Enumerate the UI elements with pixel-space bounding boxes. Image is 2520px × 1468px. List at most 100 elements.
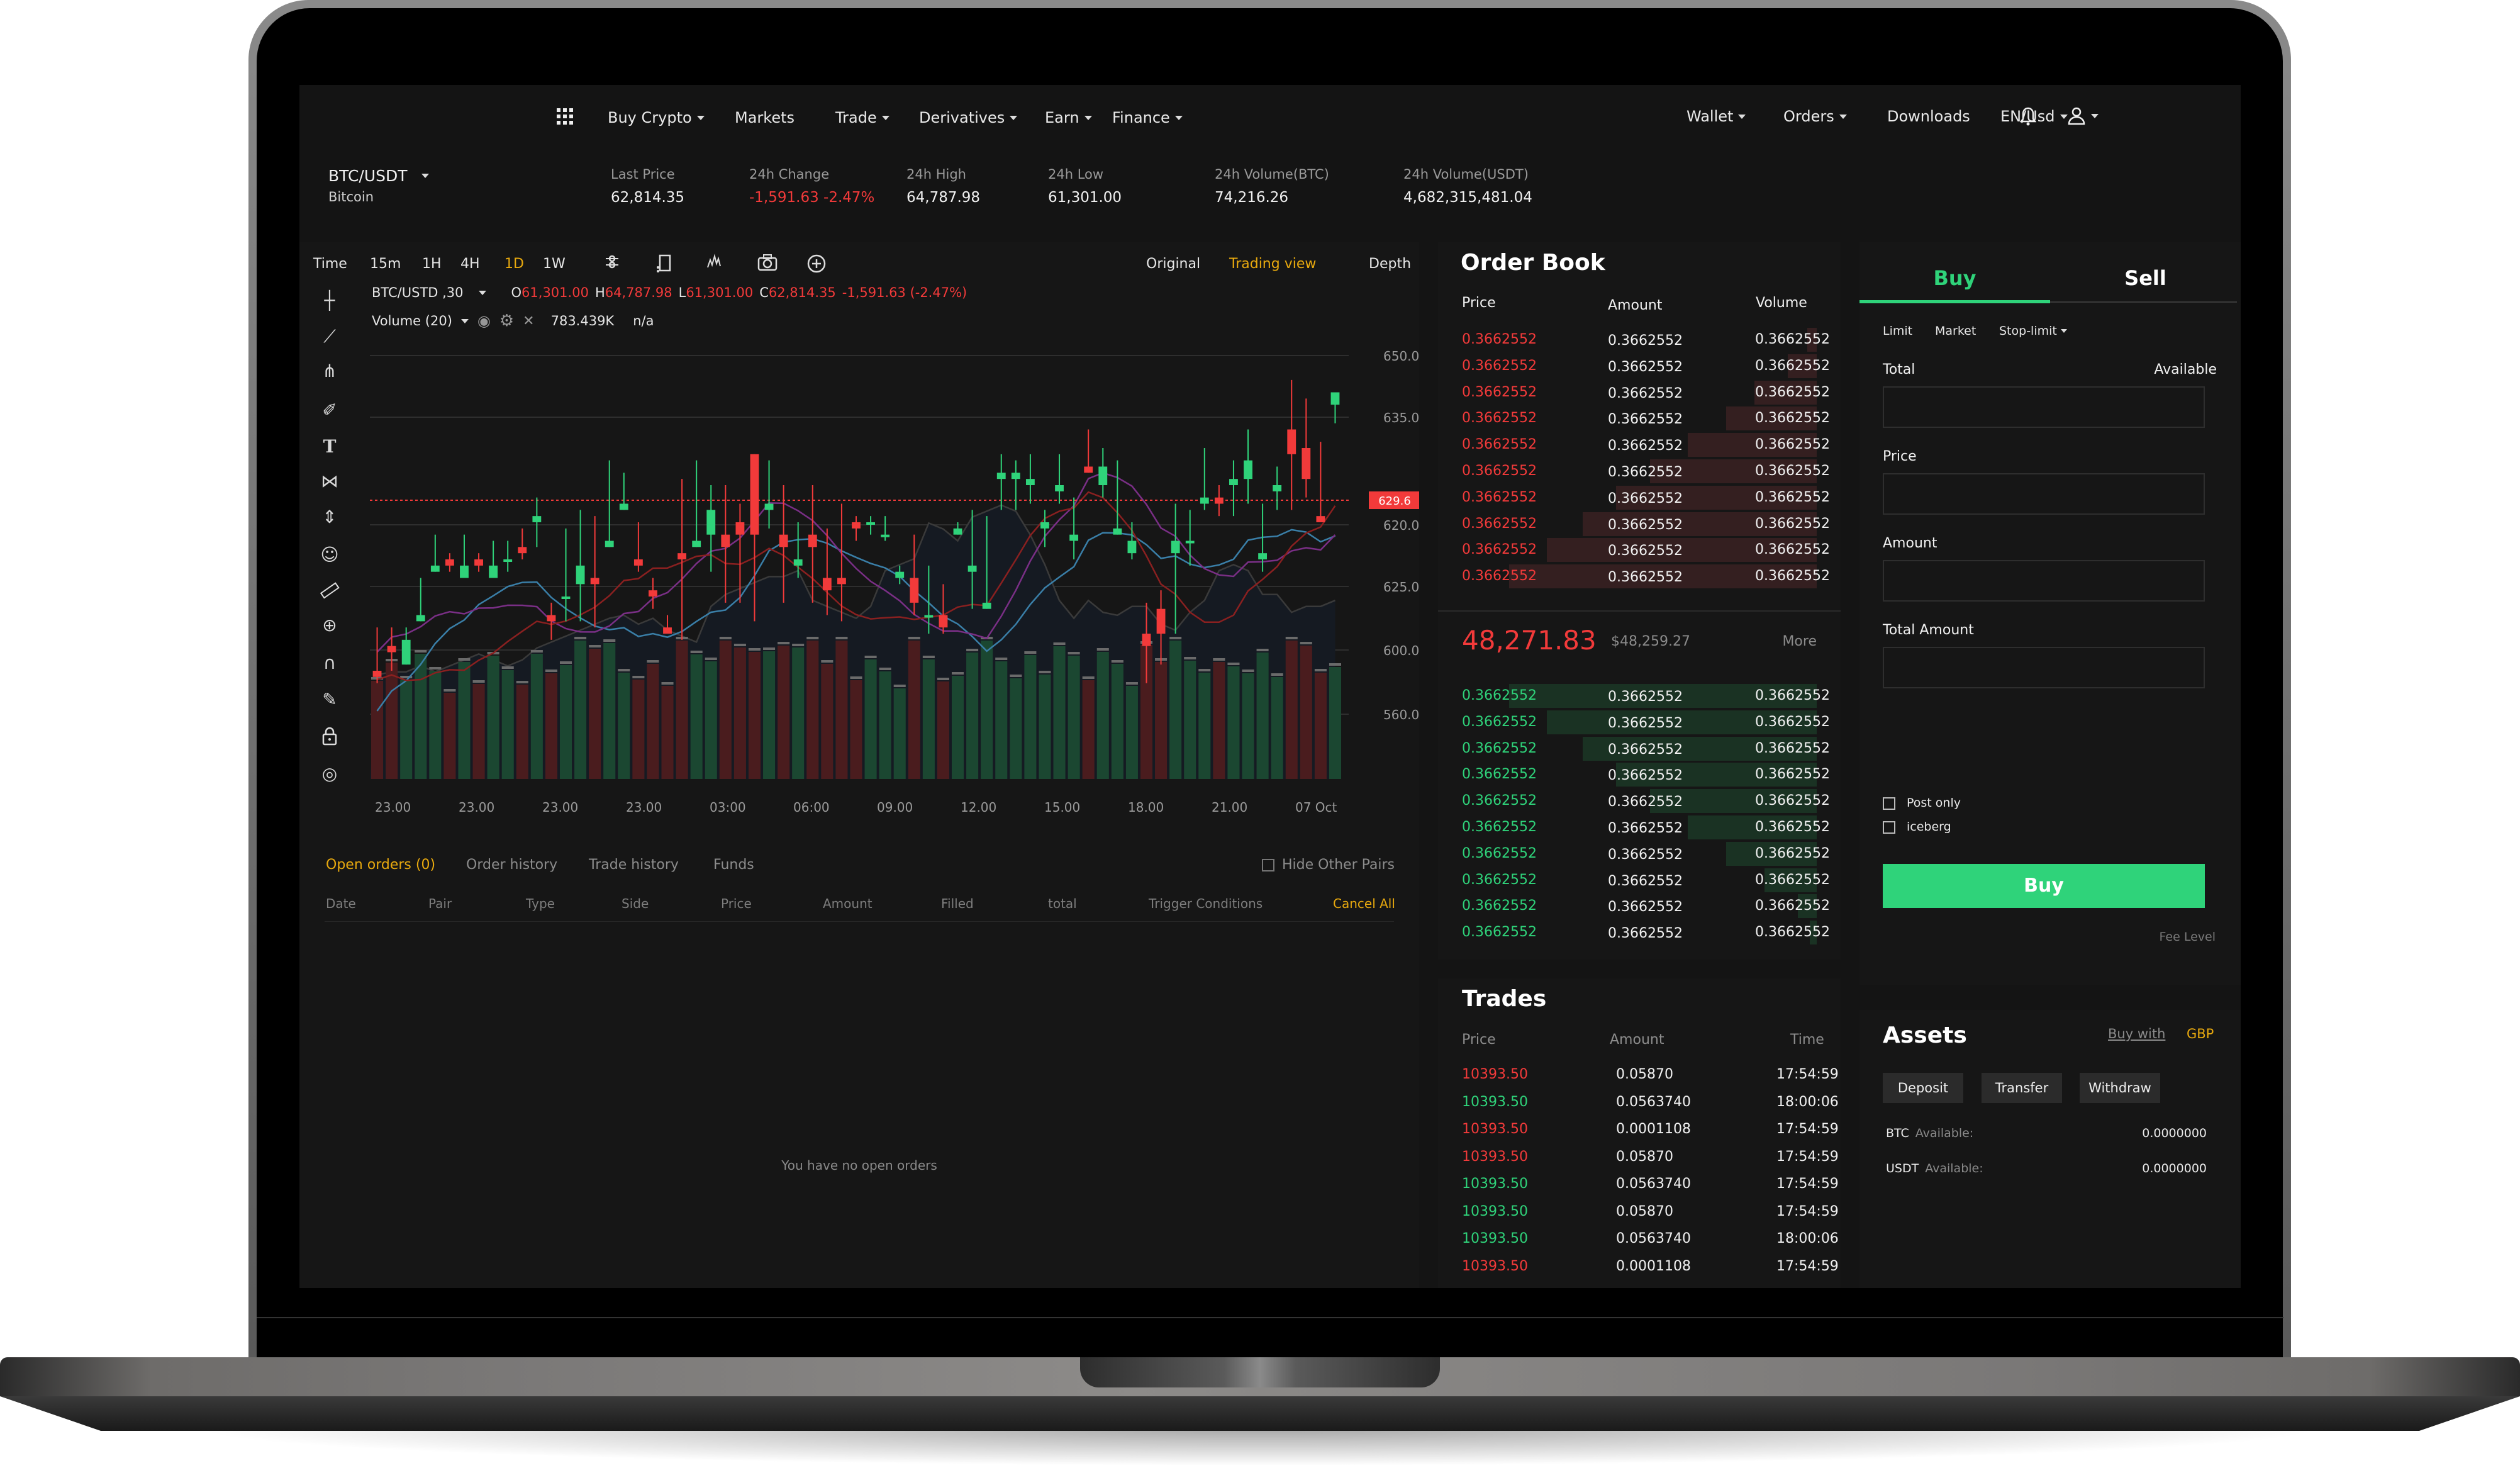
ob-ask-row[interactable]: 0.3662552 0.3662552 0.3662552 xyxy=(1438,327,1841,353)
nav-item-derivatives[interactable]: Derivatives xyxy=(919,109,1018,126)
ob-ask-row[interactable]: 0.3662552 0.3662552 0.3662552 xyxy=(1438,458,1841,485)
nav-item-finance[interactable]: Finance xyxy=(1112,109,1183,126)
orders-tab-open-orders-0[interactable]: Open orders (0) xyxy=(326,857,435,873)
candle-body xyxy=(1330,392,1340,405)
ob-ask-row[interactable]: 0.3662552 0.3662552 0.3662552 xyxy=(1438,405,1841,432)
orders-tab-funds[interactable]: Funds xyxy=(713,857,754,873)
volume-bar xyxy=(1213,662,1225,779)
ob-volume: 0.3662552 xyxy=(1755,688,1830,703)
volume-bar xyxy=(937,681,949,779)
more-link[interactable]: More xyxy=(1782,634,1817,649)
ob-bid-row[interactable]: 0.3662552 0.3662552 0.3662552 xyxy=(1438,867,1841,894)
buy-with-currency[interactable]: GBP xyxy=(2187,1026,2214,1041)
y-tick-label: 635.00 xyxy=(1383,410,1419,425)
nav-item-buy-crypto[interactable]: Buy Crypto xyxy=(608,109,705,126)
bell-icon[interactable] xyxy=(2019,106,2037,131)
hide-other-pairs[interactable]: Hide Other Pairs xyxy=(1262,857,1395,873)
ob-bid-row[interactable]: 0.3662552 0.3662552 0.3662552 xyxy=(1438,788,1841,814)
amount-input[interactable] xyxy=(1883,560,2205,602)
volume-bar xyxy=(632,680,645,779)
trade-price: 10393.50 xyxy=(1462,1121,1528,1137)
trade-amount: 0.05870 xyxy=(1616,1148,1673,1165)
nav-item-earn[interactable]: Earn xyxy=(1045,109,1092,126)
apps-grid-icon[interactable] xyxy=(556,108,574,125)
hide-other-pairs-checkbox[interactable] xyxy=(1262,858,1274,871)
ob-ask-row[interactable]: 0.3662552 0.3662552 0.3662552 xyxy=(1438,353,1841,379)
ob-bid-row[interactable]: 0.3662552 0.3662552 0.3662552 xyxy=(1438,736,1841,762)
orders-tab-trade-history[interactable]: Trade history xyxy=(589,857,679,873)
candlestick-chart[interactable]: 650.00 635.00 620.00 625.00 600.00 560.00 629.… xyxy=(299,242,1419,837)
empty-orders-message: You have no open orders xyxy=(781,1158,937,1173)
total-amount-input[interactable] xyxy=(1883,647,2205,688)
nav-item-orders[interactable]: Orders xyxy=(1783,108,1847,125)
deposit-button[interactable]: Deposit xyxy=(1883,1073,1963,1103)
nav-label: Finance xyxy=(1112,109,1170,126)
nav-item-wallet[interactable]: Wallet xyxy=(1687,108,1746,125)
candle-body xyxy=(401,639,411,665)
volume-bar-cap xyxy=(647,660,659,663)
tab-sell[interactable]: Sell xyxy=(2050,266,2241,290)
orders-tab-order-history[interactable]: Order history xyxy=(466,857,557,873)
field-label-total-amount: Total Amount xyxy=(1883,622,1974,638)
volume-bar-cap xyxy=(835,637,848,639)
ob-price: 0.3662552 xyxy=(1462,845,1537,861)
ob-volume: 0.3662552 xyxy=(1755,332,1830,347)
nav-label: Downloads xyxy=(1887,108,1970,125)
ob-ask-row[interactable]: 0.3662552 0.3662552 0.3662552 xyxy=(1438,537,1841,563)
volume-bar-cap xyxy=(705,658,717,660)
chevron-down-icon xyxy=(2060,114,2068,119)
nav-item-markets[interactable]: Markets xyxy=(735,109,794,126)
total-input[interactable] xyxy=(1883,386,2205,428)
volume-bar xyxy=(792,647,805,779)
ob-bid-row[interactable]: 0.3662552 0.3662552 0.3662552 xyxy=(1438,683,1841,709)
ob-ask-row[interactable]: 0.3662552 0.3662552 0.3662552 xyxy=(1438,511,1841,537)
trade-time: 17:54:59 xyxy=(1776,1258,1839,1274)
nav-item-downloads[interactable]: Downloads xyxy=(1887,108,1970,125)
fee-level-link[interactable]: Fee Level xyxy=(2160,930,2216,944)
ob-amount: 0.3662552 xyxy=(1608,412,1683,428)
buy-with-link[interactable]: Buy with xyxy=(2108,1026,2165,1041)
order-type-market[interactable]: Market xyxy=(1935,324,1976,338)
buy-submit-button[interactable]: Buy xyxy=(1883,864,2205,908)
ob-ask-row[interactable]: 0.3662552 0.3662552 0.3662552 xyxy=(1438,563,1841,590)
candle-body xyxy=(576,565,585,585)
pair-selector[interactable]: BTC/USDT xyxy=(328,167,429,185)
ob-bid-row[interactable]: 0.3662552 0.3662552 0.3662552 xyxy=(1438,761,1841,788)
transfer-button[interactable]: Transfer xyxy=(1982,1073,2062,1103)
ob-amount: 0.3662552 xyxy=(1608,846,1683,863)
volume-bar-cap xyxy=(1053,642,1066,645)
nav-item-trade[interactable]: Trade xyxy=(835,109,889,126)
x-tick-label: 23.00 xyxy=(542,800,578,815)
trade-time: 17:54:59 xyxy=(1776,1067,1839,1082)
trade-price: 10393.50 xyxy=(1462,1231,1528,1247)
withdraw-button[interactable]: Withdraw xyxy=(2080,1073,2160,1103)
order-type-limit[interactable]: Limit xyxy=(1883,324,1912,338)
volume-bar-cap xyxy=(778,642,790,644)
orders-col-pair: Pair xyxy=(428,896,452,911)
ob-bid-row[interactable]: 0.3662552 0.3662552 0.3662552 xyxy=(1438,709,1841,736)
nav-label: Earn xyxy=(1045,109,1079,126)
ob-bid-row[interactable]: 0.3662552 0.3662552 0.3662552 xyxy=(1438,814,1841,841)
tab-buy[interactable]: Buy xyxy=(1859,266,2050,290)
candle-body xyxy=(663,627,672,634)
order-type-stop-limit[interactable]: Stop-limit xyxy=(1999,324,2067,338)
post-only-checkbox[interactable] xyxy=(1883,797,1895,810)
volume-bar-cap xyxy=(1213,658,1225,661)
ob-ask-row[interactable]: 0.3662552 0.3662552 0.3662552 xyxy=(1438,432,1841,458)
candle-body xyxy=(372,671,382,677)
volume-bar-cap xyxy=(1314,669,1327,671)
assets-title: Assets xyxy=(1883,1023,1967,1048)
ob-bid-row[interactable]: 0.3662552 0.3662552 0.3662552 xyxy=(1438,919,1841,946)
iceberg-checkbox[interactable] xyxy=(1883,821,1895,834)
user-icon[interactable] xyxy=(2067,106,2099,125)
candle-body xyxy=(692,541,701,547)
ob-bid-row[interactable]: 0.3662552 0.3662552 0.3662552 xyxy=(1438,893,1841,919)
ob-ask-row[interactable]: 0.3662552 0.3662552 0.3662552 xyxy=(1438,485,1841,511)
last-price-tag-label: 629.6 xyxy=(1378,495,1411,508)
ob-bid-row[interactable]: 0.3662552 0.3662552 0.3662552 xyxy=(1438,841,1841,867)
volume-bar xyxy=(458,662,471,779)
volume-bar xyxy=(690,654,703,779)
ob-ask-row[interactable]: 0.3662552 0.3662552 0.3662552 xyxy=(1438,379,1841,406)
price-input[interactable] xyxy=(1883,473,2205,515)
cancel-all-button[interactable]: Cancel All xyxy=(1333,896,1395,911)
